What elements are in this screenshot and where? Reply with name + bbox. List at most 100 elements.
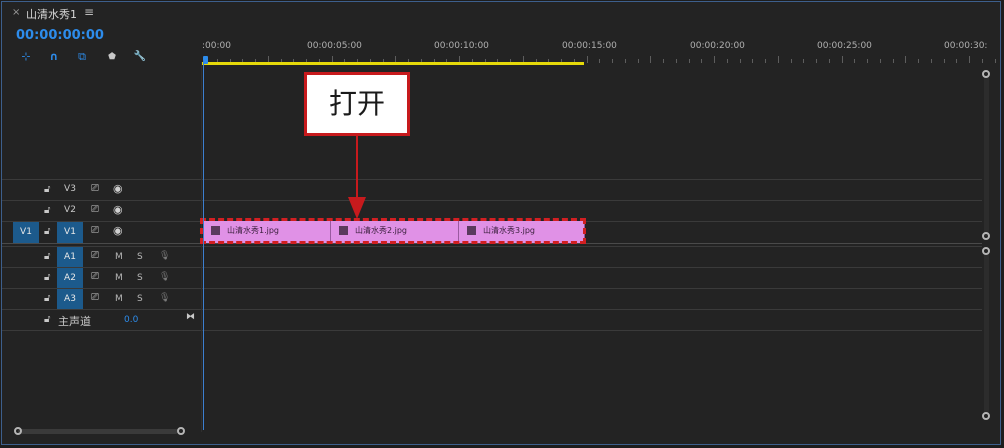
master-track-label: 主声道	[58, 315, 91, 328]
track-label-v2[interactable]: V2	[59, 205, 81, 215]
solo-button[interactable]: S	[137, 273, 143, 283]
track-label-a1[interactable]: A1	[57, 247, 83, 267]
ruler-tick	[586, 56, 588, 63]
expand-icon[interactable]: ⧓	[186, 312, 195, 322]
ruler-label: 00:00:25:00	[817, 41, 872, 51]
ruler-tick	[841, 56, 843, 63]
ruler-tick	[637, 59, 639, 63]
video-vertical-scrollbar[interactable]	[984, 76, 989, 236]
mute-button[interactable]: M	[115, 273, 123, 283]
track-header-a1: 🔓︎ A1 ⎚ M S 🎙︎	[2, 247, 201, 268]
eye-icon[interactable]: ◉	[113, 224, 123, 237]
track-label-v3[interactable]: V3	[59, 184, 81, 194]
ruler-tick	[930, 59, 932, 63]
ruler-tick	[816, 59, 817, 63]
track-header-master: 🔓︎ 主声道 0.0 ⧓	[2, 310, 201, 331]
ruler-tick	[688, 59, 690, 63]
playhead-timecode[interactable]: 00:00:00:00	[16, 28, 104, 43]
toggle-sync-icon[interactable]: ⎚	[91, 225, 99, 236]
eye-icon[interactable]: ◉	[113, 203, 123, 216]
ruler-tick	[854, 59, 856, 63]
ruler-tick	[918, 59, 919, 63]
work-area-bar[interactable]	[202, 62, 584, 65]
header-separator	[201, 62, 202, 432]
lock-icon[interactable]: 🔓︎	[44, 205, 50, 216]
ruler-label: 00:00:30:	[944, 41, 988, 51]
ruler-label: 00:00:05:00	[307, 41, 362, 51]
playhead-line[interactable]	[203, 60, 204, 430]
sequence-tab-title[interactable]: 山清水秀1	[26, 6, 77, 22]
wrench-icon[interactable]: 🔧	[132, 50, 148, 64]
lock-icon[interactable]: 🔓︎	[44, 184, 50, 195]
ruler-tick	[777, 56, 779, 63]
ruler-tick	[892, 59, 894, 63]
annotation-arrow	[348, 135, 366, 219]
ruler-label: 00:00:20:00	[690, 41, 745, 51]
annotation-highlight-box	[200, 218, 586, 244]
hscroll-handle-left[interactable]	[14, 427, 22, 435]
toggle-sync-icon[interactable]: ⎚	[91, 204, 99, 215]
ruler-tick	[879, 59, 881, 63]
lock-icon[interactable]: 🔓︎	[44, 226, 50, 237]
mic-icon[interactable]: 🎙︎	[159, 293, 170, 303]
scroll-handle-top[interactable]	[982, 247, 990, 255]
linked-selection-icon[interactable]: ⧉	[74, 50, 90, 64]
ruler-tick	[739, 59, 741, 63]
hscroll-handle-right[interactable]	[177, 427, 185, 435]
ruler-tick	[701, 59, 703, 63]
ruler-tick	[765, 59, 766, 63]
master-volume-value[interactable]: 0.0	[124, 315, 138, 325]
timeline-panel: × 山清水秀1 ≡ 00:00:00:00 ⊹ ∩ ⧉ ⬟ 🔧 :00:00 0…	[1, 1, 1001, 445]
ruler-tick	[599, 59, 601, 63]
magnet-icon[interactable]: ∩	[46, 50, 62, 64]
ruler-tick	[943, 59, 945, 63]
mic-icon[interactable]: 🎙︎	[159, 251, 170, 261]
time-ruler[interactable]: :00:00 00:00:05:00 00:00:10:00 00:00:15:…	[202, 26, 1000, 66]
source-patch-v1[interactable]: V1	[13, 222, 39, 243]
track-header-v1: V1 🔓︎ V1 ⎚ ◉	[2, 222, 201, 243]
lock-icon[interactable]: 🔓︎	[44, 251, 50, 262]
ruler-tick	[675, 59, 677, 63]
eye-icon[interactable]: ◉	[113, 182, 123, 195]
track-label-v1[interactable]: V1	[57, 222, 83, 243]
ruler-tick	[994, 59, 996, 63]
scroll-handle-top[interactable]	[982, 70, 990, 78]
track-label-a2[interactable]: A2	[57, 268, 83, 288]
lock-icon[interactable]: 🔓︎	[44, 272, 50, 283]
lock-icon[interactable]: 🔓︎	[44, 314, 50, 325]
solo-button[interactable]: S	[137, 252, 143, 262]
annotation-callout: 打开	[304, 72, 410, 136]
scroll-handle-bottom[interactable]	[982, 412, 990, 420]
toggle-sync-icon[interactable]: ⎚	[91, 250, 99, 261]
horizontal-scrollbar[interactable]	[18, 429, 178, 434]
toggle-sync-icon[interactable]: ⎚	[91, 183, 99, 194]
toggle-sync-icon[interactable]: ⎚	[91, 271, 99, 282]
mute-button[interactable]: M	[115, 252, 123, 262]
track-label-a3[interactable]: A3	[57, 289, 83, 309]
ruler-tick	[612, 59, 613, 63]
toggle-sync-icon[interactable]: ⎚	[91, 292, 99, 303]
panel-menu-icon[interactable]: ≡	[84, 5, 94, 19]
audio-vertical-scrollbar[interactable]	[984, 254, 989, 414]
ruler-tick	[650, 56, 652, 63]
snap-icon[interactable]: ⊹	[18, 50, 34, 64]
ruler-label: :00:00	[202, 41, 231, 51]
ruler-tick	[803, 59, 805, 63]
ruler-tick	[624, 59, 626, 63]
ruler-tick	[905, 56, 907, 63]
scroll-handle-bottom[interactable]	[982, 232, 990, 240]
add-marker-icon[interactable]: ⬟	[104, 50, 120, 64]
ruler-label: 00:00:10:00	[434, 41, 489, 51]
track-header-v2: 🔓︎ V2 ⎚ ◉	[2, 201, 201, 222]
ruler-tick	[867, 59, 868, 63]
solo-button[interactable]: S	[137, 294, 143, 304]
lock-icon[interactable]: 🔓︎	[44, 293, 50, 304]
ruler-tick	[790, 59, 792, 63]
ruler-tick	[726, 59, 728, 63]
close-tab-icon[interactable]: ×	[12, 7, 20, 18]
track-header-a2: 🔓︎ A2 ⎚ M S 🎙︎	[2, 268, 201, 289]
mic-icon[interactable]: 🎙︎	[159, 272, 170, 282]
ruler-tick	[969, 56, 970, 63]
track-header-a3: 🔓︎ A3 ⎚ M S 🎙︎	[2, 289, 201, 310]
mute-button[interactable]: M	[115, 294, 123, 304]
